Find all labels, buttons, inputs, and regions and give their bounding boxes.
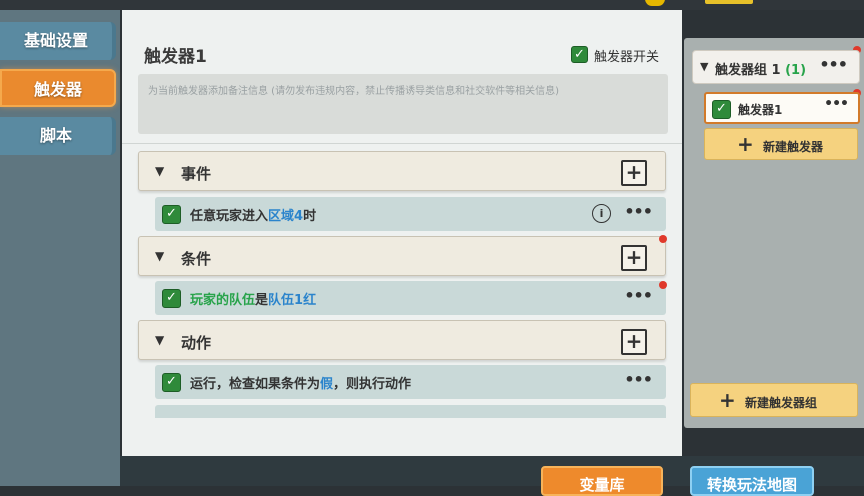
check-icon: ✓ bbox=[574, 47, 585, 62]
condition-subject-link[interactable]: 玩家的队伍 bbox=[190, 293, 255, 308]
notification-dot bbox=[659, 281, 667, 289]
collapse-triangle-icon[interactable]: ▼ bbox=[700, 60, 708, 73]
conditions-label: 条件 bbox=[181, 250, 212, 268]
more-options-icon[interactable]: ••• bbox=[624, 286, 653, 305]
event-area-link[interactable]: 区域4 bbox=[268, 209, 303, 224]
condition-checkbox[interactable]: ✓ bbox=[162, 289, 181, 308]
action-row[interactable]: ✓ 运行，检查如果条件为假，则执行动作 ••• bbox=[155, 365, 666, 399]
collapse-triangle-icon[interactable]: ▼ bbox=[155, 333, 164, 347]
trigger-toggle-checkbox[interactable]: ✓ bbox=[571, 46, 588, 63]
new-trigger-button[interactable]: + 新建触发器 bbox=[704, 128, 858, 160]
panel-bottom bbox=[122, 418, 682, 456]
trigger-item-label: 触发器1 bbox=[738, 103, 783, 117]
trigger-title: 触发器1 bbox=[144, 47, 207, 67]
action-text: 运行，检查如果条件为假，则执行动作 bbox=[190, 377, 412, 392]
trigger-group-header[interactable]: ▼ 触发器组 1 (1) ••• bbox=[692, 50, 860, 84]
divider bbox=[122, 143, 682, 144]
collapse-triangle-icon[interactable]: ▼ bbox=[155, 249, 164, 263]
tab-basic-settings[interactable]: 基础设置 bbox=[0, 22, 116, 60]
info-icon[interactable]: i bbox=[592, 204, 611, 223]
events-section-header[interactable]: ▼ 事件 + bbox=[138, 151, 666, 191]
more-options-icon[interactable]: ••• bbox=[624, 202, 653, 221]
event-text: 任意玩家进入区域4时 bbox=[190, 209, 317, 224]
trigger-toggle-label: 触发器开关 bbox=[594, 50, 660, 65]
action-checkbox[interactable]: ✓ bbox=[162, 373, 181, 392]
trigger-list-item[interactable]: ✓ 触发器1 ••• bbox=[704, 92, 860, 124]
actions-label: 动作 bbox=[181, 334, 212, 352]
condition-team-link[interactable]: 队伍1红 bbox=[268, 293, 316, 308]
condition-text: 玩家的队伍是队伍1红 bbox=[190, 293, 317, 308]
events-label: 事件 bbox=[181, 165, 212, 183]
add-event-button[interactable]: + bbox=[621, 160, 647, 186]
conditions-section-header[interactable]: ▼ 条件 + bbox=[138, 236, 666, 276]
trigger-group-label: 触发器组 1 (1) bbox=[715, 63, 807, 78]
tab-script[interactable]: 脚本 bbox=[0, 117, 116, 155]
collapse-triangle-icon[interactable]: ▼ bbox=[155, 164, 164, 178]
variable-library-button[interactable]: 变量库 bbox=[541, 466, 663, 496]
top-bar-badge bbox=[705, 0, 753, 4]
trigger-item-checkbox[interactable]: ✓ bbox=[712, 100, 731, 119]
event-row[interactable]: ✓ 任意玩家进入区域4时 i ••• bbox=[155, 197, 666, 231]
switch-map-button[interactable]: 转换玩法地图 bbox=[690, 466, 814, 496]
more-options-icon[interactable]: ••• bbox=[824, 96, 849, 112]
event-checkbox[interactable]: ✓ bbox=[162, 205, 181, 224]
notification-dot bbox=[659, 235, 667, 243]
new-trigger-group-button[interactable]: + 新建触发器组 bbox=[690, 383, 858, 417]
add-condition-button[interactable]: + bbox=[621, 245, 647, 271]
remark-input[interactable]: 为当前触发器添加备注信息 (请勿发布违规内容，禁止传播诱导类信息和社交软件等相关… bbox=[138, 74, 668, 134]
tab-triggers[interactable]: 触发器 bbox=[0, 69, 116, 107]
plus-icon: + bbox=[737, 132, 754, 156]
add-action-button[interactable]: + bbox=[621, 329, 647, 355]
plus-icon: + bbox=[719, 388, 736, 412]
condition-row[interactable]: ✓ 玩家的队伍是队伍1红 ••• bbox=[155, 281, 666, 315]
action-condition-link[interactable]: 假 bbox=[320, 377, 333, 392]
actions-section-header[interactable]: ▼ 动作 + bbox=[138, 320, 666, 360]
more-options-icon[interactable]: ••• bbox=[819, 55, 848, 74]
more-options-icon[interactable]: ••• bbox=[624, 370, 653, 389]
